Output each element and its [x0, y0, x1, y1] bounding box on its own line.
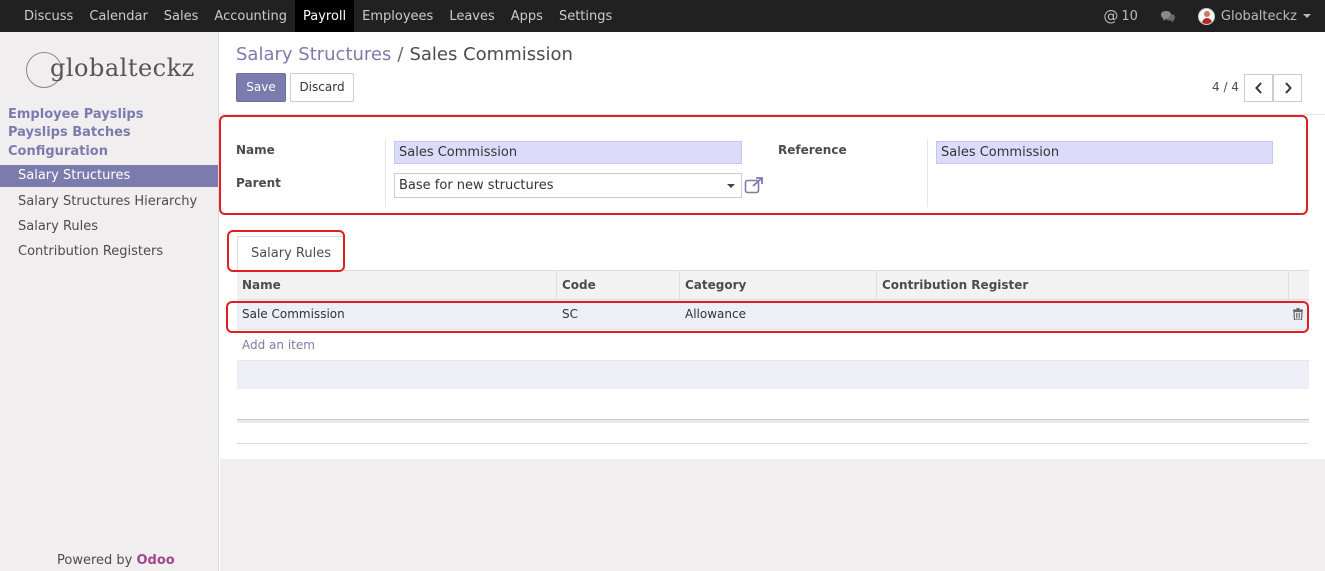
powered-by: Powered by Odoo — [57, 553, 175, 568]
breadcrumb-separator: / — [397, 44, 404, 65]
highlight-box-tab — [227, 230, 345, 272]
column-header-name[interactable]: Name — [237, 271, 557, 300]
highlight-box-row — [226, 301, 1309, 333]
divider — [237, 443, 1309, 444]
discard-button[interactable]: Discard — [290, 73, 354, 102]
chevron-left-icon — [1254, 82, 1262, 94]
avatar — [1197, 7, 1215, 25]
powered-prefix: Powered by — [57, 553, 133, 568]
mentions-button[interactable]: @ 10 — [1095, 0, 1146, 32]
highlight-box-form — [219, 115, 1308, 215]
main-content: Salary Structures / Sales Commission Sav… — [219, 32, 1325, 571]
table-footer — [237, 419, 1309, 423]
user-name: Globalteckz — [1220, 8, 1297, 24]
sidebar-section-payslips-batches[interactable]: Payslips Batches — [8, 125, 131, 140]
logo-text: globalteckz — [50, 54, 195, 82]
pager-previous-button[interactable] — [1244, 74, 1273, 102]
user-menu[interactable]: Globalteckz — [1190, 0, 1325, 32]
menu-employees[interactable]: Employees — [354, 0, 441, 32]
chat-icon — [1160, 10, 1175, 22]
save-button[interactable]: Save — [236, 73, 286, 102]
chevron-down-icon — [1303, 14, 1311, 18]
menu-calendar[interactable]: Calendar — [81, 0, 155, 32]
menu-discuss[interactable]: Discuss — [16, 0, 81, 32]
company-logo[interactable]: globalteckz — [26, 50, 196, 92]
top-navbar: Discuss Calendar Sales Accounting Payrol… — [0, 0, 1325, 32]
sidebar-section-configuration[interactable]: Configuration — [8, 144, 108, 159]
sidebar-item-salary-structures[interactable]: Salary Structures — [0, 165, 218, 187]
page-title: Sales Commission — [409, 44, 573, 65]
systray: @ 10 Globalteckz — [1095, 0, 1325, 32]
menu-leaves[interactable]: Leaves — [441, 0, 502, 32]
column-header-code[interactable]: Code — [557, 271, 680, 300]
pager-value: 4 / 4 — [1212, 80, 1239, 94]
chevron-right-icon — [1284, 82, 1292, 94]
pager-next-button[interactable] — [1273, 74, 1302, 102]
menu-apps[interactable]: Apps — [503, 0, 551, 32]
at-icon: @ — [1103, 7, 1119, 25]
menu-sales[interactable]: Sales — [156, 0, 207, 32]
column-header-contribution-register[interactable]: Contribution Register — [877, 271, 1289, 300]
sidebar-item-salary-structures-hierarchy[interactable]: Salary Structures Hierarchy — [0, 191, 218, 213]
control-panel: Salary Structures / Sales Commission Sav… — [220, 32, 1325, 114]
table-header: Name Code Category Contribution Register — [237, 270, 1309, 300]
menu-accounting[interactable]: Accounting — [206, 0, 295, 32]
menu-payroll[interactable]: Payroll — [295, 0, 355, 32]
breadcrumb: Salary Structures / Sales Commission — [236, 44, 573, 65]
add-item-link[interactable]: Add an item — [242, 338, 315, 352]
main-menu: Discuss Calendar Sales Accounting Payrol… — [16, 0, 620, 32]
sidebar-item-contribution-registers[interactable]: Contribution Registers — [0, 241, 218, 263]
breadcrumb-salary-structures[interactable]: Salary Structures — [236, 44, 391, 65]
mentions-count: 10 — [1121, 8, 1138, 24]
sidebar-section-employee-payslips[interactable]: Employee Payslips — [8, 107, 143, 122]
chat-button[interactable] — [1146, 0, 1190, 32]
table-empty-row — [237, 360, 1309, 389]
menu-settings[interactable]: Settings — [551, 0, 620, 32]
odoo-link[interactable]: Odoo — [137, 553, 175, 568]
sidebar-item-salary-rules[interactable]: Salary Rules — [0, 216, 218, 238]
sidebar: globalteckz Employee Payslips Payslips B… — [0, 32, 219, 571]
column-header-category[interactable]: Category — [680, 271, 877, 300]
